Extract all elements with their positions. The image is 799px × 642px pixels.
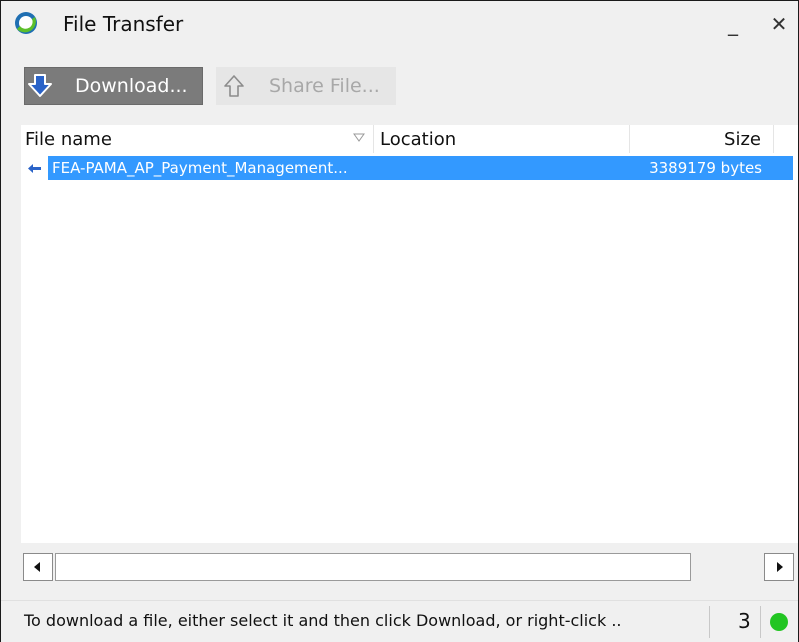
column-divider[interactable]	[373, 125, 374, 153]
app-logo-icon	[15, 12, 37, 34]
minimize-button[interactable]: _	[718, 11, 748, 37]
transfer-count: 3	[738, 609, 751, 633]
file-list[interactable]: File name Location Size FEA-PAMA_AP_Paym…	[21, 125, 798, 543]
download-arrow-icon	[28, 74, 52, 97]
file-name-cell[interactable]: FEA-PAMA_AP_Payment_Management...	[48, 156, 374, 180]
column-header-location[interactable]: Location	[380, 125, 630, 153]
share-file-button-label: Share File...	[269, 75, 380, 97]
column-divider[interactable]	[629, 125, 630, 153]
status-message: To download a file, either select it and…	[24, 611, 622, 630]
file-size-cell[interactable]: 3389179 bytes	[621, 156, 762, 180]
download-button-label: Download...	[75, 75, 188, 97]
status-divider	[709, 606, 710, 638]
sort-indicator-icon	[353, 133, 365, 142]
window-title: File Transfer	[63, 12, 184, 36]
column-divider[interactable]	[773, 125, 774, 153]
status-bar: To download a file, either select it and…	[1, 600, 798, 642]
status-divider	[760, 606, 761, 638]
file-transfer-window: File Transfer _ ✕ Download... Share File…	[0, 0, 799, 642]
column-header-file-name[interactable]: File name	[25, 125, 371, 153]
close-button[interactable]: ✕	[764, 11, 794, 37]
connection-status-icon	[770, 613, 788, 631]
incoming-file-arrow-icon	[28, 164, 41, 173]
upload-arrow-icon	[224, 75, 244, 97]
scrollbar-thumb[interactable]	[55, 553, 691, 581]
scroll-left-arrow-icon	[34, 562, 40, 572]
share-file-button[interactable]: Share File...	[216, 67, 396, 105]
scroll-left-button[interactable]	[23, 553, 53, 581]
toolbar: Download... Share File...	[1, 65, 798, 107]
title-bar: File Transfer _ ✕	[1, 1, 798, 45]
file-row[interactable]: FEA-PAMA_AP_Payment_Management... 338917…	[21, 156, 794, 180]
download-button[interactable]: Download...	[24, 67, 203, 105]
scroll-right-button[interactable]	[764, 553, 794, 581]
horizontal-scrollbar[interactable]	[21, 551, 798, 583]
column-header-size[interactable]: Size	[631, 125, 761, 153]
scroll-right-arrow-icon	[777, 562, 783, 572]
column-header-row: File name Location Size	[21, 125, 798, 153]
